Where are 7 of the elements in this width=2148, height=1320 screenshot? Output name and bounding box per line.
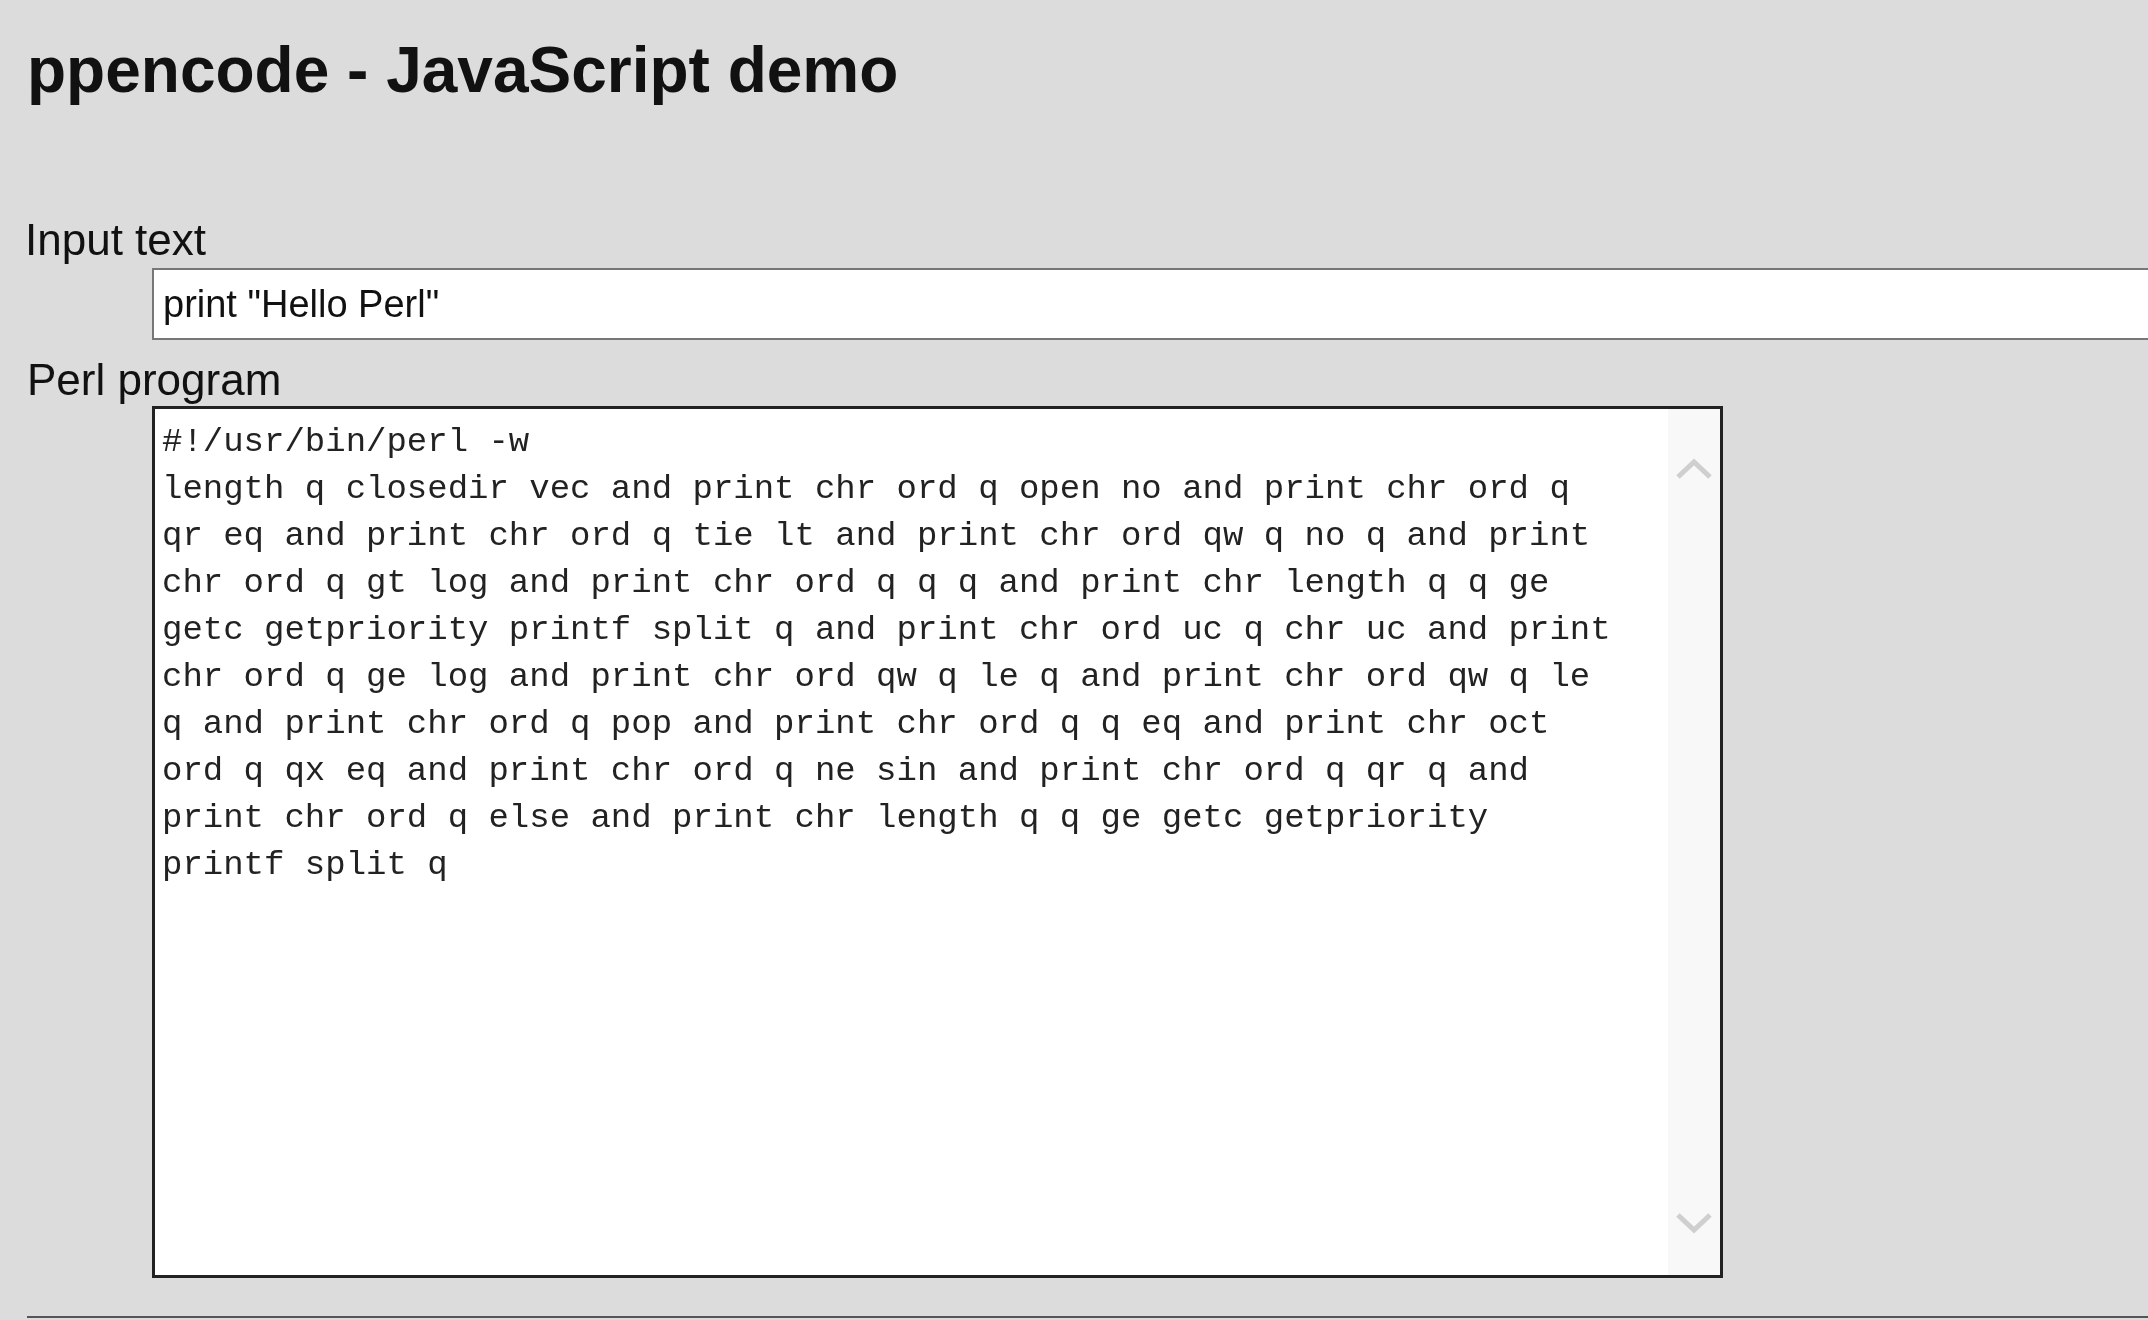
scroll-up-icon[interactable] [1674,457,1714,481]
input-field[interactable]: print "Hello Perl" [152,268,2148,340]
input-label: Input text [25,214,206,266]
program-label: Perl program [27,354,282,406]
program-text-area[interactable]: #!/usr/bin/perl -w length q closedir vec and print chr ord q open no and print chr ord q qr eq and print chr ord q tie lt and print chr ord qw q no q and print chr ord q gt log and print chr ord q q q and print chr length q q ge getc getpriority printf split q and print chr ord uc q chr uc and print chr ord q ge log and print chr ord qw q le q and print chr ord qw q le q and print chr ord q pop and print chr ord q q eq and print chr oct ord q qx eq and print chr ord q ne sin and print chr ord q qr q and print chr ord q else and print chr length q q ge getc getpriority printf split q [152,406,1723,1278]
page-title: ppencode - JavaScript demo [27,33,899,108]
scroll-down-icon[interactable] [1674,1211,1714,1235]
